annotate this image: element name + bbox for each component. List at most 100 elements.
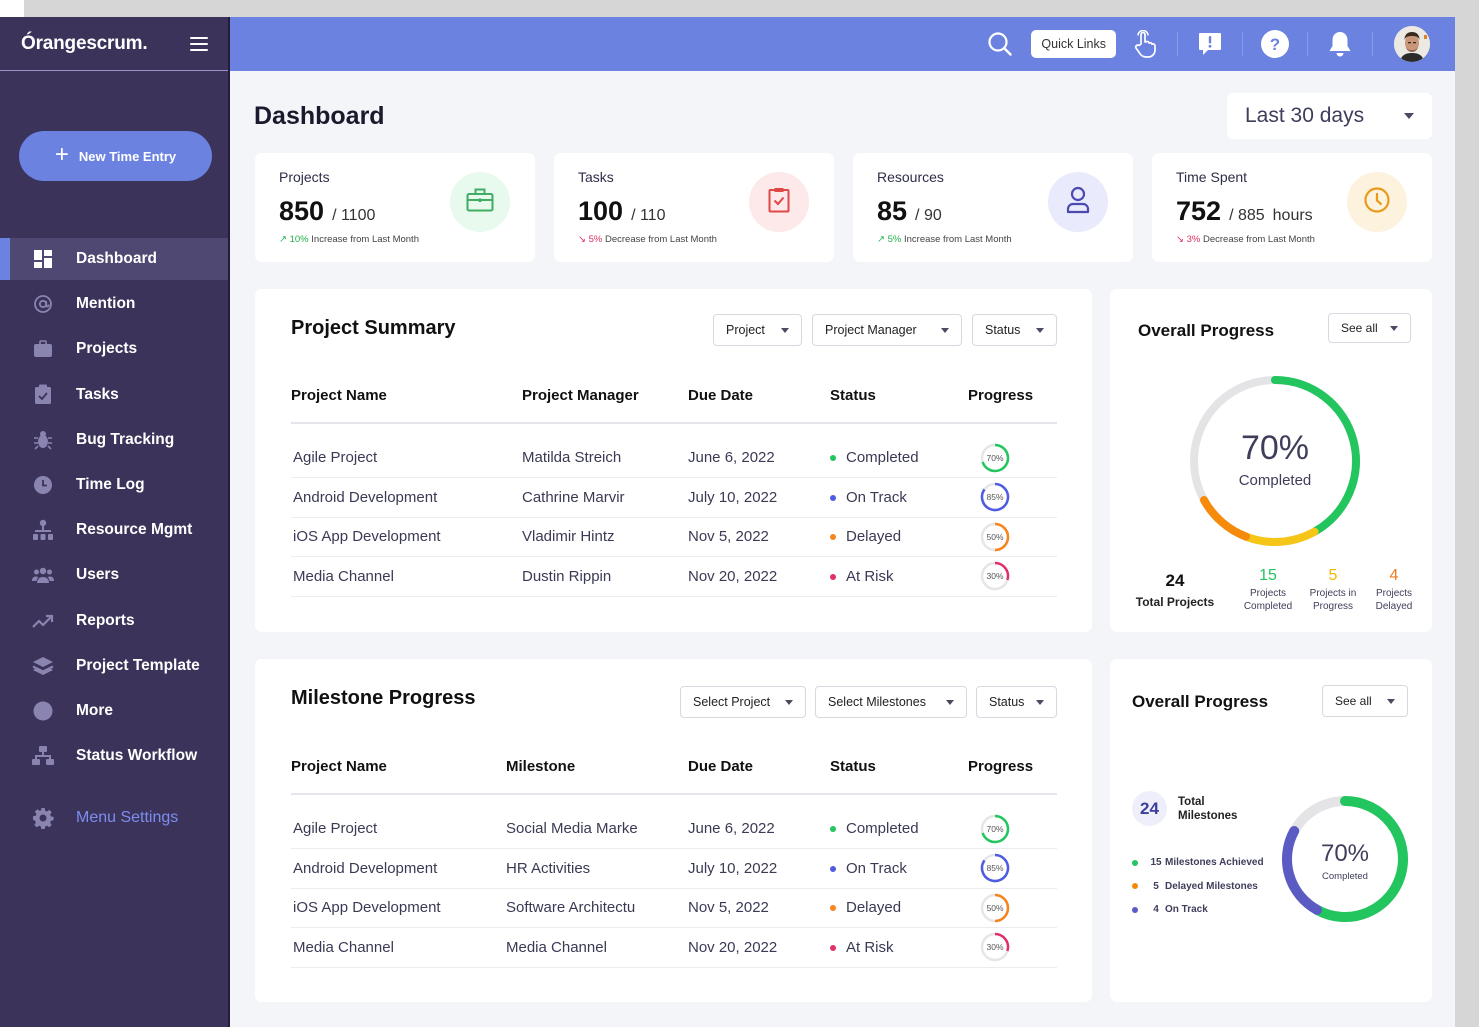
column-header[interactable]: Due Date	[688, 369, 830, 424]
sidebar-item-label: Project Template	[76, 656, 200, 674]
column-header[interactable]: Milestone	[506, 740, 688, 795]
filter-label: Project Manager	[825, 323, 917, 337]
total-projects: 24 Total Projects	[1130, 571, 1220, 609]
briefcase-icon	[466, 188, 494, 217]
project-name-cell[interactable]: Agile Project	[291, 438, 522, 478]
hand-pointer-icon[interactable]	[1130, 29, 1160, 59]
sidebar-item-dashboard[interactable]: Dashboard	[0, 238, 228, 280]
project-name-cell[interactable]: iOS App Development	[291, 517, 522, 557]
status-label: Completed	[846, 449, 919, 466]
breakdown-value: 15	[1259, 567, 1277, 584]
sidebar-item-label: Dashboard	[76, 250, 157, 267]
briefcase-icon	[32, 338, 54, 360]
user-avatar[interactable]	[1394, 26, 1430, 62]
sidebar-item-bug-tracking[interactable]: Bug Tracking	[0, 419, 228, 461]
legend-label: On Track	[1165, 904, 1208, 916]
manager-cell: Vladimir Hintz	[522, 517, 688, 557]
table-row[interactable]: Android Development HR Activities July 10,…	[291, 848, 1057, 889]
status-label: On Track	[846, 859, 907, 877]
column-header[interactable]: Progress	[968, 740, 1057, 795]
help-icon[interactable]: ?	[1260, 29, 1290, 59]
manager-cell: Matilda Streich	[522, 438, 688, 478]
stat-total: / 110	[631, 207, 666, 224]
see-all-dropdown[interactable]: See all	[1328, 313, 1411, 343]
chevron-down-icon	[1389, 325, 1398, 331]
table-row[interactable]: Media Channel Media Channel Nov 20, 2022 At…	[291, 927, 1057, 968]
bell-icon[interactable]	[1325, 29, 1355, 59]
chevron-down-icon	[1404, 113, 1414, 119]
project-name-cell[interactable]: Android Development	[291, 848, 506, 889]
panel-title: Milestone Progress	[291, 687, 476, 709]
table-row[interactable]: Media Channel Dustin Rippin Nov 20, 2022 At…	[291, 556, 1057, 597]
chevron-down-icon	[785, 699, 793, 705]
sidebar-item-reports[interactable]: Reports	[0, 600, 228, 642]
project-manager-filter[interactable]: Project Manager	[812, 314, 962, 346]
feedback-icon[interactable]	[1195, 29, 1225, 59]
breakdown-label: Projects Delayed	[1375, 588, 1413, 612]
app-logo[interactable]: Órangescrum.	[21, 33, 148, 55]
sidebar-item-tasks[interactable]: Tasks	[0, 374, 228, 416]
table-row[interactable]: Agile Project Social Media Marke June 6, 2…	[291, 809, 1057, 849]
project-name-cell[interactable]: Agile Project	[291, 809, 506, 849]
status-filter[interactable]: Status	[972, 314, 1057, 346]
table-row[interactable]: Agile Project Matilda Streich June 6, 2022…	[291, 438, 1057, 478]
column-header[interactable]: Status	[830, 369, 968, 424]
status-dot	[830, 944, 836, 951]
sidebar-item-project-template[interactable]: Project Template	[0, 645, 228, 687]
select-project-filter[interactable]: Select Project	[680, 686, 806, 718]
sidebar-item-more[interactable]: More	[0, 690, 228, 732]
status-cell: Completed	[830, 438, 968, 478]
sidebar-item-resource-mgmt[interactable]: Resource Mgmt	[0, 509, 228, 551]
sidebar-item-projects[interactable]: Projects	[0, 328, 228, 370]
projects-completed: 15 Projects Completed	[1236, 567, 1300, 613]
column-header[interactable]: Project Name	[291, 740, 506, 795]
progress-ring: 30%	[980, 932, 1010, 962]
progress-cell: 85%	[968, 848, 1057, 889]
column-header[interactable]: Progress	[968, 369, 1057, 424]
stat-number: 85	[877, 196, 908, 226]
project-name-cell[interactable]: Media Channel	[291, 556, 522, 597]
menu-toggle-icon[interactable]	[190, 36, 208, 51]
status-filter[interactable]: Status	[976, 686, 1057, 718]
project-name-cell[interactable]: iOS App Development	[291, 888, 506, 928]
chevron-down-icon	[941, 327, 949, 333]
arrow-up-right-icon: ↗	[279, 234, 287, 245]
progress-label: 85%	[986, 492, 1004, 503]
sidebar-item-status-workflow[interactable]: Status Workflow	[0, 735, 228, 777]
sidebar-item-users[interactable]: Users	[0, 554, 228, 596]
column-header[interactable]: Status	[830, 740, 968, 795]
see-all-dropdown[interactable]: See all	[1322, 685, 1408, 717]
date-range-select[interactable]: Last 30 days	[1227, 93, 1432, 139]
project-name-cell[interactable]: Android Development	[291, 477, 522, 518]
new-time-entry-button[interactable]: + New Time Entry	[19, 131, 212, 181]
project-filter[interactable]: Project	[713, 314, 802, 346]
stat-change-pct: 10%	[289, 234, 309, 245]
stat-change-pct: 5%	[887, 234, 902, 245]
column-header[interactable]: Project Name	[291, 369, 522, 424]
status-dot	[830, 494, 836, 501]
projects-in-progress: 5 Projects in Progress	[1303, 567, 1363, 613]
sidebar-item-time-log[interactable]: Time Log	[0, 464, 228, 506]
status-cell: Delayed	[830, 517, 968, 557]
sidebar-item-mention[interactable]: Mention	[0, 283, 228, 325]
table-row[interactable]: iOS App Development Software Architectu No…	[291, 888, 1057, 928]
search-icon[interactable]	[985, 29, 1015, 59]
stat-value: 850 / 1100	[279, 196, 375, 227]
column-header[interactable]: Due Date	[688, 740, 830, 795]
table-row[interactable]: Android Development Cathrine Marvir July 1…	[291, 477, 1057, 518]
date-range-value: Last 30 days	[1245, 104, 1365, 127]
manager-cell: Dustin Rippin	[522, 556, 688, 597]
filter-label: Select Project	[693, 695, 771, 709]
project-name-cell[interactable]: Media Channel	[291, 927, 506, 968]
status-cell: At Risk	[830, 556, 968, 597]
legend-dot	[1132, 883, 1138, 890]
column-header[interactable]: Project Manager	[522, 369, 688, 424]
filter-label: Select Milestones	[828, 695, 926, 709]
stat-total: / 885	[1229, 207, 1265, 224]
select-milestones-filter[interactable]: Select Milestones	[815, 686, 967, 718]
donut-caption: Completed	[1322, 871, 1368, 882]
table-row[interactable]: iOS App Development Vladimir Hintz Nov 5, …	[291, 517, 1057, 557]
quick-links-button[interactable]: Quick Links	[1031, 30, 1116, 58]
sidebar-item-menu-settings[interactable]: Menu Settings	[0, 803, 228, 833]
arrow-up-right-icon: ↗	[877, 234, 885, 245]
